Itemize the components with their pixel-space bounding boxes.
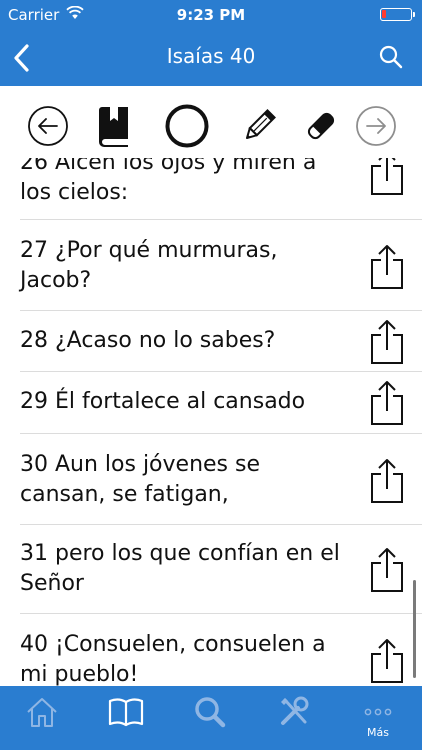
search-button[interactable]: [374, 40, 408, 74]
top-bar: Carrier 9:23 PM Isaías 40: [0, 0, 422, 86]
previous-chapter-button[interactable]: [25, 103, 71, 149]
verse-row[interactable]: 31 pero los que confían en el Señor: [20, 525, 422, 614]
verse-line: 30 Aun los jóvenes se: [20, 452, 261, 477]
arrow-right-circle-icon: [356, 106, 396, 146]
verse-row[interactable]: 40 ¡Consuelen, consuelen a mi pueblo!: [20, 614, 422, 686]
verse-line: 29 Él fortalece al cansado: [20, 389, 306, 414]
page-title: Isaías 40: [166, 44, 256, 68]
verse-row[interactable]: 29 Él fortalece al cansado: [20, 372, 422, 434]
verse-line: mi pueblo!: [20, 662, 139, 686]
share-icon[interactable]: [368, 158, 406, 196]
next-chapter-button[interactable]: [353, 103, 399, 149]
more-icon: [364, 708, 392, 716]
tool-row: [0, 86, 422, 164]
verse-line: Jacob?: [20, 268, 92, 293]
verse-text: 30 Aun los jóvenes se cansan, se fatigan…: [20, 450, 365, 510]
verse-text: 31 pero los que confían en el Señor: [20, 539, 365, 599]
verse-row[interactable]: 30 Aun los jóvenes se cansan, se fatigan…: [20, 434, 422, 525]
verse-text: 40 ¡Consuelen, consuelen a mi pueblo!: [20, 630, 365, 686]
share-icon[interactable]: [368, 380, 406, 426]
verse-text: 29 Él fortalece al cansado: [20, 387, 365, 417]
verse-line: 28 ¿Acaso no lo sabes?: [20, 328, 276, 353]
share-icon[interactable]: [368, 638, 406, 684]
eraser-icon: [307, 112, 335, 140]
tab-bible[interactable]: [84, 686, 168, 750]
verse-text: 27 ¿Por qué murmuras, Jacob?: [20, 236, 365, 296]
verse-line: cansan, se fatigan,: [20, 482, 229, 507]
status-time: 9:23 PM: [176, 6, 246, 24]
circle-icon: [165, 104, 209, 148]
circle-button[interactable]: [164, 103, 210, 149]
tab-home[interactable]: [0, 686, 84, 750]
tab-tools[interactable]: [252, 686, 336, 750]
verse-line: 26 Alcen los ojos y miren a: [20, 158, 317, 175]
share-icon[interactable]: [368, 547, 406, 593]
eraser-button[interactable]: [298, 103, 344, 149]
verse-line: los cielos:: [20, 180, 129, 205]
book-bookmark-icon: [99, 107, 128, 147]
search-icon: [379, 45, 403, 69]
verse-line: 27 ¿Por qué murmuras,: [20, 238, 278, 263]
pencil-button[interactable]: [236, 103, 282, 149]
arrow-left-circle-icon: [28, 106, 68, 146]
battery-icon: [380, 8, 415, 21]
verse-line: 31 pero los que confían en el: [20, 541, 340, 566]
verse-line: 40 ¡Consuelen, consuelen a: [20, 632, 326, 657]
tab-label: Más: [367, 726, 389, 739]
scroll-indicator[interactable]: [413, 580, 416, 678]
tab-search[interactable]: [168, 686, 252, 750]
verse-list[interactable]: 26 Alcen los ojos y miren a los cielos: …: [0, 158, 422, 686]
status-bar: Carrier 9:23 PM: [0, 0, 422, 30]
verse-row[interactable]: 28 ¿Acaso no lo sabes?: [20, 311, 422, 372]
verse-row[interactable]: 26 Alcen los ojos y miren a los cielos:: [20, 158, 422, 220]
nav-bar: Isaías 40: [0, 30, 422, 86]
tab-bar: Más: [0, 686, 422, 750]
book-button[interactable]: [91, 103, 137, 149]
open-book-icon: [108, 698, 144, 727]
search-icon: [195, 697, 226, 728]
pencil-icon: [245, 109, 276, 140]
tab-more[interactable]: Más: [336, 686, 420, 750]
verse-text: 26 Alcen los ojos y miren a los cielos:: [20, 158, 365, 208]
verse-text: 28 ¿Acaso no lo sabes?: [20, 326, 365, 356]
share-icon[interactable]: [368, 244, 406, 290]
share-icon[interactable]: [368, 458, 406, 504]
verse-row[interactable]: 27 ¿Por qué murmuras, Jacob?: [20, 220, 422, 311]
share-icon[interactable]: [368, 319, 406, 365]
verse-line: Señor: [20, 571, 84, 596]
home-icon: [27, 698, 57, 727]
tools-icon: [281, 696, 309, 725]
